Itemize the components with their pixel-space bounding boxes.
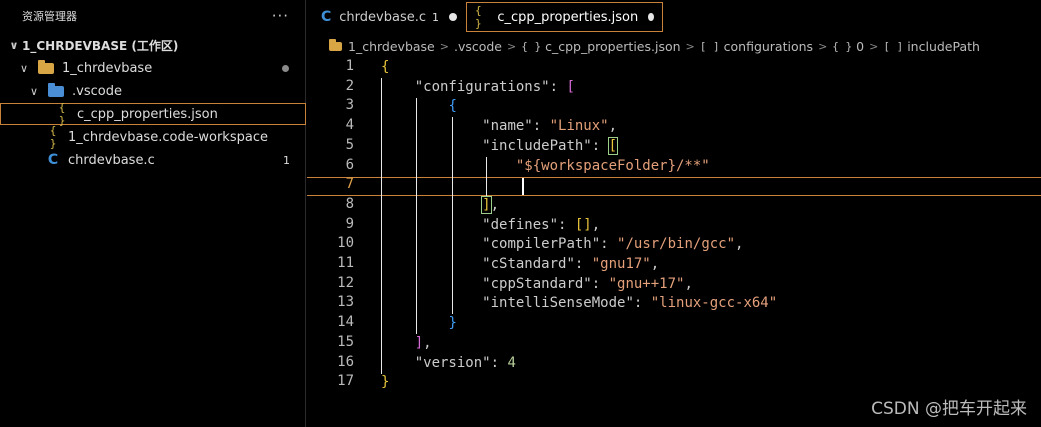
more-actions-icon[interactable]: ··· bbox=[272, 7, 289, 25]
editor-tabs: C chrdevbase.c 1 { } c_cpp_properties.js… bbox=[307, 0, 1041, 34]
code-line-1: { bbox=[381, 59, 390, 75]
code-line-5: "includePath": [ bbox=[482, 136, 619, 155]
line-number: 7 bbox=[345, 176, 354, 193]
tree-item-1-chrdevbase[interactable]: ∨ 1_chrdevbase bbox=[0, 57, 306, 79]
chevron-right-icon: > bbox=[685, 39, 695, 53]
code-line-16: "version": 4 bbox=[414, 354, 516, 371]
tree-item-workspace[interactable]: ∨ 1_CHRDEVBASE (工作区) bbox=[0, 34, 306, 56]
breadcrumb-item[interactable]: 1_chrdevbase bbox=[348, 39, 435, 54]
chevron-right-icon: > bbox=[439, 39, 449, 53]
breadcrumb-item[interactable]: c_cpp_properties.json bbox=[545, 39, 680, 54]
line-number: 11 bbox=[337, 255, 354, 271]
chevron-right-icon: > bbox=[818, 39, 828, 53]
tree-item-vscode[interactable]: ∨ .vscode bbox=[0, 80, 306, 102]
breadcrumb-item[interactable]: 0 bbox=[856, 39, 864, 54]
unsaved-dot-icon[interactable] bbox=[449, 13, 457, 21]
tree-item-label: 1_CHRDEVBASE (工作区) bbox=[22, 38, 179, 53]
line-number: 17 bbox=[337, 373, 354, 390]
line-number: 1 bbox=[345, 58, 354, 74]
watermark: CSDN @把车开起来 bbox=[871, 399, 1027, 419]
code-line-3: { bbox=[448, 98, 457, 115]
code-line-10: "compilerPath": "/usr/bin/gcc", bbox=[482, 236, 744, 253]
line-number: 15 bbox=[337, 333, 354, 350]
json-file-icon: { } bbox=[521, 39, 542, 53]
code-line-2: "configurations": [ bbox=[414, 78, 575, 95]
folder-blue-icon bbox=[48, 82, 64, 97]
tree-item-c-cpp-properties[interactable]: { } c_cpp_properties.json bbox=[0, 101, 306, 127]
folder-icon bbox=[329, 38, 342, 51]
line-number: 6 bbox=[345, 156, 354, 173]
modified-dot-icon bbox=[282, 64, 289, 72]
c-file-icon: C bbox=[47, 152, 59, 168]
explorer-sidebar: 资源管理器 ··· ∨ 1_CHRDEVBASE (工作区) ∨ 1_chrde… bbox=[0, 0, 306, 427]
chevron-down-icon: ∨ bbox=[9, 38, 19, 52]
code-line-9: "defines": [], bbox=[482, 216, 601, 233]
tree-item-code-workspace[interactable]: { } 1_chrdevbase.code-workspace bbox=[0, 124, 306, 150]
code-line-17: } bbox=[381, 374, 390, 391]
tree-item-label: 1_chrdevbase bbox=[62, 60, 153, 76]
code-line-6: "${workspaceFolder}/**" bbox=[515, 157, 710, 174]
tree-item-label: 1_chrdevbase.code-workspace bbox=[68, 129, 268, 145]
line-number: 3 bbox=[345, 97, 354, 114]
line-number: 8 bbox=[345, 195, 354, 212]
array-icon: [ ] bbox=[699, 39, 720, 53]
code-line-4: "name": "Linux", bbox=[482, 118, 618, 135]
unsaved-dot-icon[interactable] bbox=[648, 13, 654, 21]
tree-item-label: c_cpp_properties.json bbox=[77, 106, 218, 122]
breadcrumb-item[interactable]: .vscode bbox=[454, 39, 502, 54]
tab-label: c_cpp_properties.json bbox=[497, 9, 639, 25]
breadcrumb: 1_chrdevbase > .vscode > { } c_cpp_prope… bbox=[307, 36, 1041, 56]
line-number: 5 bbox=[345, 136, 354, 153]
current-line-highlight bbox=[307, 177, 1041, 196]
problem-count-badge: 1 bbox=[283, 153, 290, 167]
object-icon: { } bbox=[832, 39, 853, 53]
explorer-header: 资源管理器 ··· bbox=[0, 0, 305, 32]
line-number: 12 bbox=[337, 274, 354, 291]
line-number: 13 bbox=[337, 294, 354, 311]
code-line-14: } bbox=[448, 315, 457, 332]
breadcrumb-item[interactable]: includePath bbox=[907, 39, 980, 54]
code-line-11: "cStandard": "gnu17", bbox=[482, 256, 660, 272]
line-number: 2 bbox=[345, 77, 354, 94]
array-icon: [ ] bbox=[883, 39, 904, 53]
chevron-down-icon: ∨ bbox=[29, 84, 39, 98]
line-number: 10 bbox=[337, 235, 354, 252]
code-line-15: ], bbox=[414, 334, 432, 351]
tab-chrdevbase-c[interactable]: C chrdevbase.c 1 bbox=[313, 2, 465, 32]
text-cursor bbox=[522, 178, 524, 195]
code-line-8: ], bbox=[481, 195, 500, 214]
chevron-right-icon: > bbox=[507, 39, 517, 53]
code-line-12: "cppStandard": "gnu++17", bbox=[482, 275, 693, 292]
tab-label: chrdevbase.c bbox=[339, 9, 426, 25]
line-number: 16 bbox=[337, 353, 354, 370]
tree-item-label: chrdevbase.c bbox=[68, 152, 155, 168]
json-file-icon: { } bbox=[49, 124, 57, 150]
chevron-right-icon: > bbox=[869, 39, 879, 53]
tab-c-cpp-properties[interactable]: { } c_cpp_properties.json bbox=[466, 2, 663, 32]
tree-item-chrdevbase-c[interactable]: C chrdevbase.c 1 bbox=[0, 149, 306, 171]
json-file-icon: { } bbox=[475, 4, 482, 30]
line-number: 9 bbox=[345, 215, 354, 232]
breadcrumb-item[interactable]: configurations bbox=[724, 39, 813, 54]
code-line-13: "intelliSenseMode": "linux-gcc-x64" bbox=[482, 295, 778, 312]
problem-count-badge: 1 bbox=[432, 10, 439, 24]
line-number: 14 bbox=[337, 314, 354, 331]
line-number: 4 bbox=[345, 117, 354, 134]
chevron-down-icon: ∨ bbox=[19, 61, 29, 75]
code-editor[interactable]: 1 2 3 4 5 6 7 8 9 10 11 12 13 14 15 16 17 { "configurati… bbox=[307, 58, 1041, 427]
tree-item-label: .vscode bbox=[72, 83, 122, 99]
explorer-title: 资源管理器 bbox=[22, 10, 77, 23]
folder-yellow-icon bbox=[38, 59, 54, 74]
c-file-icon: C bbox=[321, 9, 332, 25]
